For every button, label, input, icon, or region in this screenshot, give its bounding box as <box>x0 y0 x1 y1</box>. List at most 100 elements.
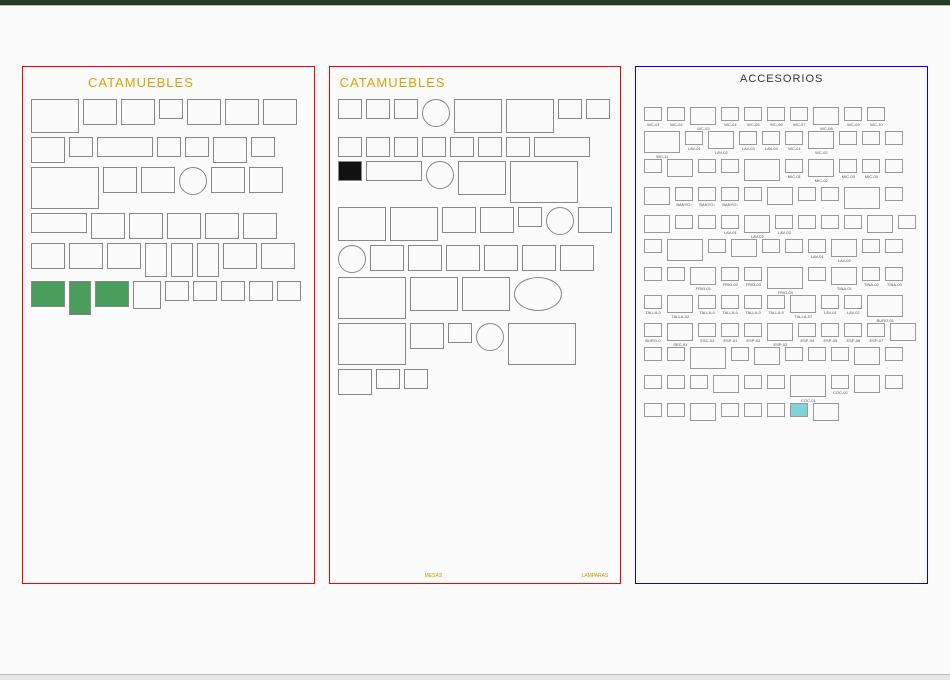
block-conference-oval[interactable] <box>410 277 458 311</box>
accessory-block[interactable]: FRIG-03 <box>744 267 762 281</box>
block-box[interactable] <box>157 137 181 157</box>
block-seat-7[interactable] <box>450 137 474 157</box>
accessory-block[interactable] <box>754 347 780 365</box>
accessory-block[interactable] <box>790 403 808 417</box>
block-bed-double-3[interactable] <box>69 243 103 269</box>
block-sofa-plan-2[interactable] <box>366 161 422 181</box>
block-seat-8[interactable] <box>478 137 502 157</box>
accessory-block[interactable]: WC-07 <box>790 107 808 121</box>
accessory-block[interactable] <box>885 375 903 389</box>
accessory-block[interactable]: TALLA-05 <box>744 295 762 309</box>
accessory-block[interactable] <box>667 159 693 177</box>
accessory-block[interactable] <box>721 403 739 417</box>
accessory-block[interactable] <box>644 215 670 233</box>
accessory-block[interactable]: WC-02 <box>667 107 685 121</box>
block-bed-single-2[interactable] <box>205 213 239 239</box>
block-chair-plan-3[interactable] <box>394 99 418 119</box>
block-dresser[interactable] <box>223 243 257 269</box>
accessory-block[interactable] <box>862 239 880 253</box>
block-sofa-2[interactable] <box>225 99 259 125</box>
block-coffee-table[interactable] <box>426 161 454 189</box>
block-seat-9[interactable] <box>506 137 530 157</box>
accessory-block[interactable] <box>644 375 662 389</box>
accessory-block[interactable] <box>798 215 816 229</box>
accessory-block[interactable]: WC-05 <box>744 107 762 121</box>
block-bed-4[interactable] <box>129 213 163 239</box>
block-frame[interactable] <box>31 213 87 233</box>
block-lamp-2[interactable] <box>249 281 273 301</box>
accessory-block[interactable] <box>644 187 670 205</box>
accessory-block[interactable] <box>667 239 703 261</box>
accessory-block[interactable]: BANYO-03 <box>721 187 739 201</box>
block-wardrobe[interactable] <box>145 243 167 277</box>
block-table-6[interactable] <box>578 207 612 233</box>
block-bed-double-2[interactable] <box>31 243 65 269</box>
block-bed[interactable] <box>211 167 245 193</box>
block-office-2[interactable] <box>141 167 175 193</box>
accessory-block[interactable]: ESP-03 <box>767 323 793 341</box>
accessory-block[interactable] <box>767 375 785 389</box>
block-wardrobe-3[interactable] <box>197 243 219 277</box>
accessory-block[interactable] <box>821 215 839 229</box>
block-misc-plan[interactable] <box>448 323 472 343</box>
block-seat-6[interactable] <box>422 137 446 157</box>
accessory-block[interactable] <box>667 267 685 281</box>
accessory-block[interactable]: WC-11 <box>644 131 680 153</box>
accessory-block[interactable] <box>813 403 839 421</box>
accessory-block[interactable]: SEC-01 <box>667 323 693 341</box>
accessory-block[interactable]: COC-02 <box>831 375 849 389</box>
cad-canvas[interactable]: CATAMUEBLES <box>0 6 950 674</box>
accessory-block[interactable]: WC-01 <box>644 107 662 121</box>
block-living-set[interactable] <box>31 167 99 209</box>
accessory-block[interactable] <box>767 403 785 417</box>
block-dining-rect[interactable] <box>454 99 502 133</box>
accessory-block[interactable] <box>698 215 716 229</box>
block-misc[interactable] <box>193 281 217 301</box>
block-seat-2[interactable] <box>586 99 610 119</box>
accessory-block[interactable]: TALLA-02 <box>667 295 693 313</box>
accessory-block[interactable]: LAV-02 <box>831 239 857 257</box>
accessory-block[interactable] <box>744 187 762 201</box>
accessory-block[interactable]: ESP-07 <box>867 323 885 337</box>
accessory-block[interactable] <box>744 375 762 389</box>
accessory-block[interactable]: ESP-04 <box>798 323 816 337</box>
accessory-block[interactable]: LAV-01 <box>721 215 739 229</box>
accessory-block[interactable]: ESP-05 <box>821 323 839 337</box>
block-oval-huge[interactable] <box>508 323 576 365</box>
block-box-small[interactable] <box>404 369 428 389</box>
block-chair-plan[interactable] <box>338 99 362 119</box>
block-bed-3[interactable] <box>91 213 125 239</box>
accessory-block[interactable]: WC-01 <box>785 131 803 145</box>
block-desk[interactable] <box>121 99 155 125</box>
accessory-block[interactable]: ESP-01 <box>721 323 739 337</box>
block-seat-4[interactable] <box>366 137 390 157</box>
accessory-block[interactable]: ESP-02 <box>744 323 762 337</box>
block-kitchen-corner[interactable] <box>31 99 79 133</box>
block-keyboard[interactable] <box>97 137 153 157</box>
accessory-block[interactable]: ESP-06 <box>844 323 862 337</box>
block-stool-plan[interactable] <box>518 207 542 227</box>
block-sofa-plan[interactable] <box>534 137 590 157</box>
accessory-block[interactable] <box>767 187 793 205</box>
accessory-block[interactable]: LAV-01 <box>808 239 826 253</box>
accessory-block[interactable]: MIC-04 <box>862 159 880 173</box>
block-seat-5[interactable] <box>394 137 418 157</box>
accessory-block[interactable] <box>885 347 903 361</box>
accessory-block[interactable]: WC-04 <box>721 107 739 121</box>
accessory-block[interactable] <box>698 159 716 173</box>
accessory-block[interactable] <box>808 347 826 361</box>
block-wardrobe-2[interactable] <box>171 243 193 277</box>
block-livingroom[interactable] <box>458 161 506 195</box>
accessory-block[interactable] <box>675 215 693 229</box>
block-table-chairs[interactable] <box>83 99 117 125</box>
accessory-block[interactable] <box>885 239 903 253</box>
accessory-block[interactable]: LAV-02 <box>744 215 770 233</box>
accessory-block[interactable] <box>667 375 685 389</box>
accessory-block[interactable] <box>744 403 762 417</box>
accessory-block[interactable]: LAV-03 <box>775 215 793 229</box>
block-sectional[interactable] <box>510 161 578 203</box>
accessory-block[interactable]: WC-03 <box>690 107 716 125</box>
accessory-block[interactable] <box>831 347 849 361</box>
block-round-dining[interactable] <box>422 99 450 127</box>
accessory-block[interactable] <box>844 215 862 229</box>
